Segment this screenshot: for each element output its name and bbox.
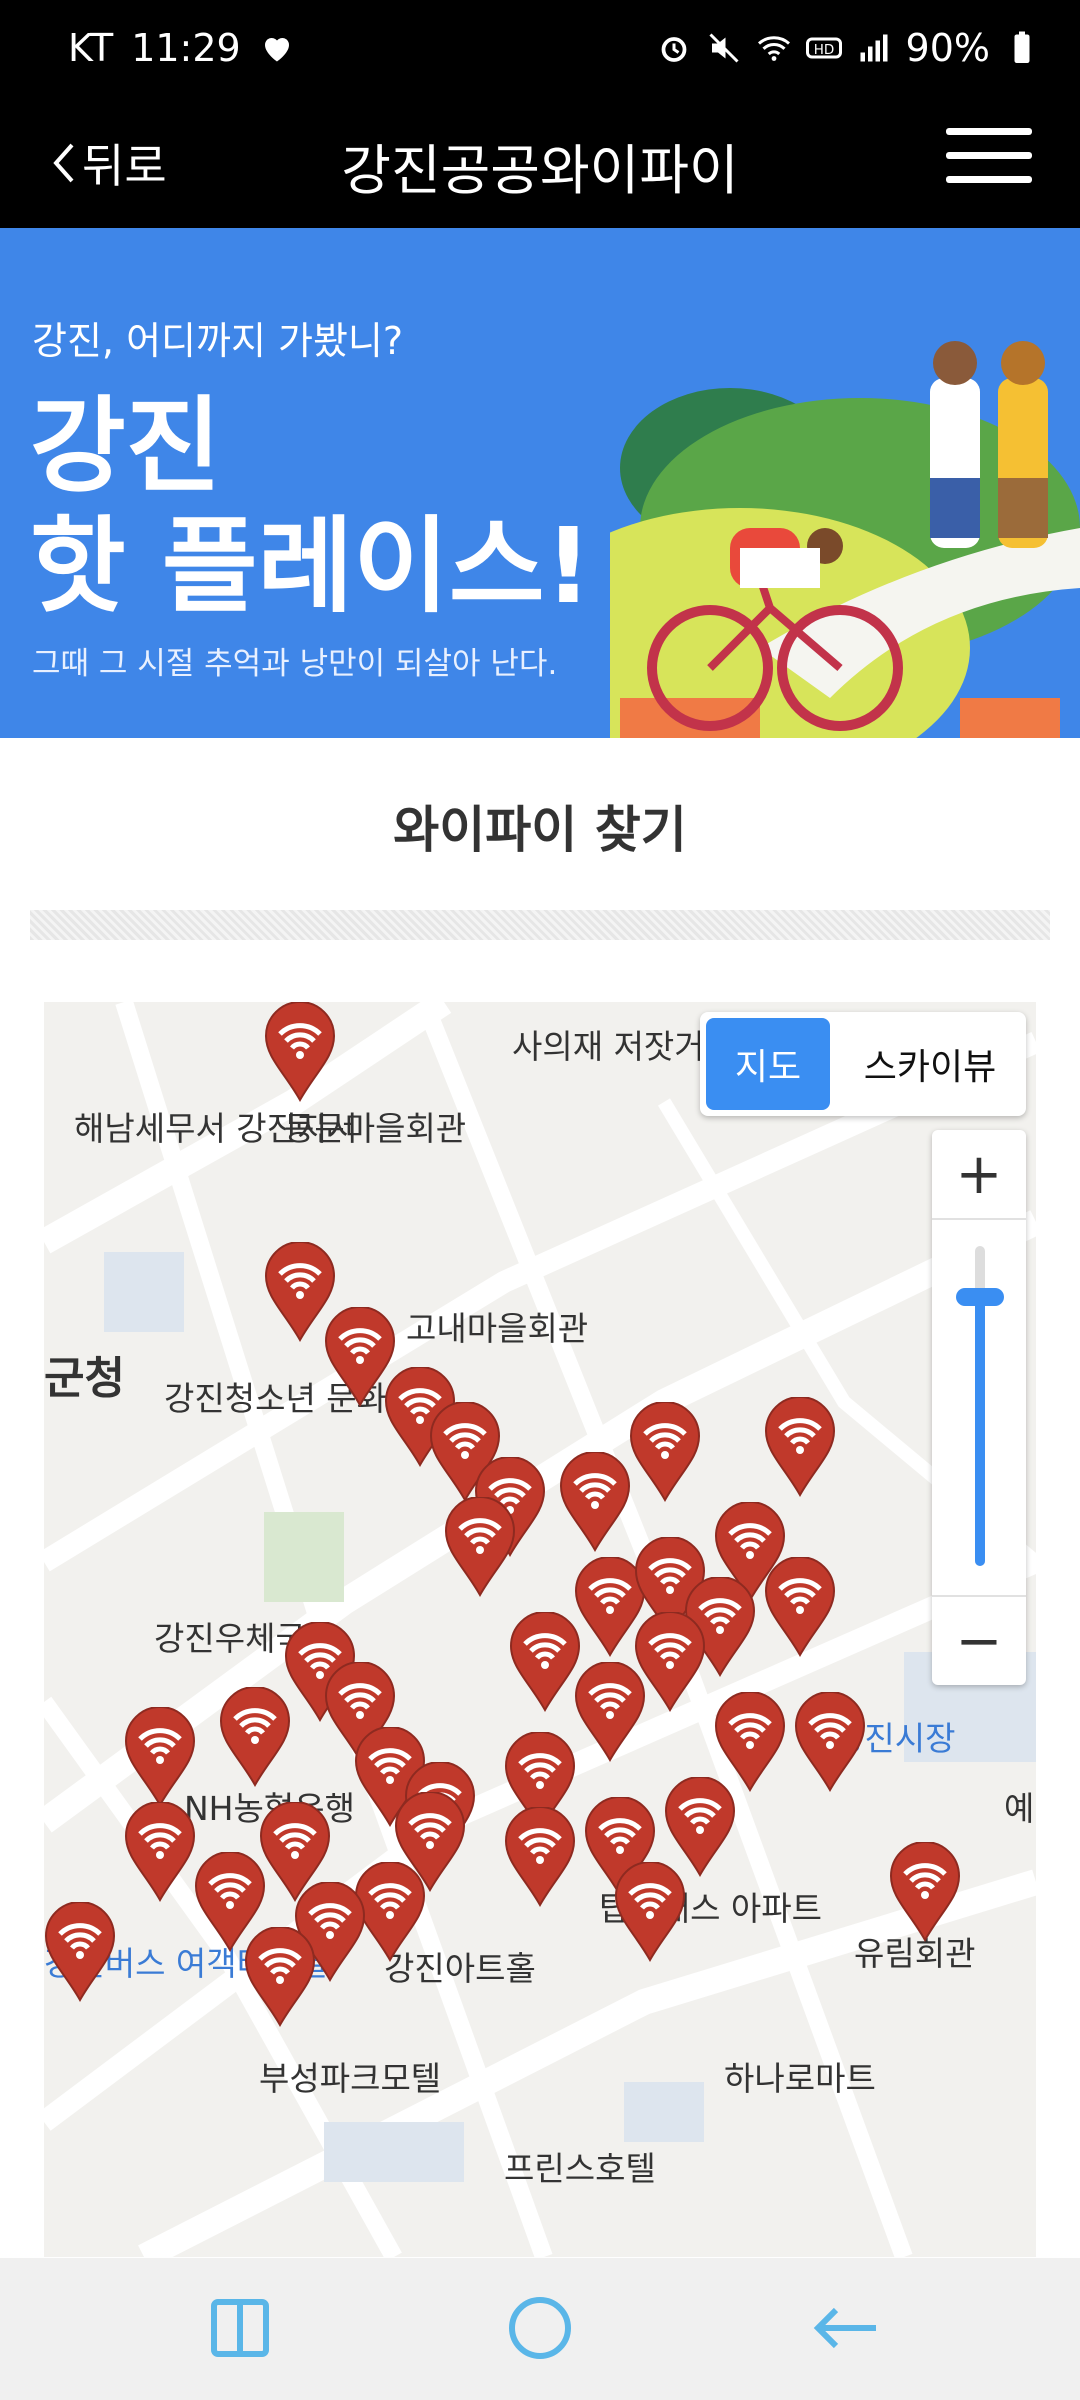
banner-headline-line2: 핫 플레이스! bbox=[30, 505, 593, 627]
wifi-marker-icon[interactable] bbox=[574, 1662, 646, 1762]
heart-icon bbox=[264, 37, 289, 62]
map-place-label: 부성파크모텔 bbox=[259, 2059, 442, 2098]
wifi-marker-icon[interactable] bbox=[504, 1807, 576, 1907]
wifi-icon bbox=[757, 36, 790, 61]
section-title: 와이파이 찾기 bbox=[393, 801, 687, 859]
section-divider bbox=[30, 910, 1050, 940]
hd-icon: HD bbox=[805, 37, 842, 59]
map-place-label: 프린스호텔 bbox=[504, 2149, 656, 2188]
map-place-label: 고내마을회관 bbox=[406, 1309, 589, 1348]
wifi-marker-icon[interactable] bbox=[889, 1842, 961, 1942]
zoom-slider-fill bbox=[975, 1297, 985, 1566]
wifi-marker-icon[interactable] bbox=[509, 1612, 581, 1712]
wifi-marker-icon[interactable] bbox=[124, 1802, 196, 1902]
wifi-marker-icon[interactable] bbox=[264, 1002, 336, 1102]
back-arrow-icon[interactable] bbox=[806, 2288, 886, 2368]
map-type-toggle: 지도 스카이뷰 bbox=[700, 1012, 1026, 1116]
wifi-marker-icon[interactable] bbox=[794, 1692, 866, 1792]
home-icon[interactable] bbox=[500, 2288, 580, 2368]
skyview-button[interactable]: 스카이뷰 bbox=[840, 1018, 1020, 1110]
zoom-out-button[interactable]: − bbox=[932, 1595, 1026, 1685]
wifi-marker-icon[interactable] bbox=[444, 1497, 516, 1597]
battery-percent: 90% bbox=[905, 26, 990, 70]
recent-apps-icon[interactable] bbox=[200, 2288, 280, 2368]
status-bar: KT 11:29 HD 90% bbox=[0, 0, 1080, 100]
clock: 11:29 bbox=[131, 26, 241, 70]
map-place-label: 하나로마트 bbox=[724, 2059, 876, 2098]
banner-headline: 강진 핫 플레이스! bbox=[30, 386, 592, 626]
zoom-control: + − bbox=[932, 1130, 1026, 1685]
hamburger-menu-icon[interactable] bbox=[946, 128, 1032, 188]
carrier-label: KT bbox=[68, 26, 114, 70]
wifi-marker-icon[interactable] bbox=[614, 1862, 686, 1962]
banner-subtitle: 강진, 어디까지 가봤니? bbox=[32, 319, 404, 363]
hot-place-banner[interactable]: 강진, 어디까지 가봤니? 강진 핫 플레이스! 그때 그 시절 추억과 낭만이… bbox=[0, 228, 1080, 738]
wifi-marker-icon[interactable] bbox=[219, 1687, 291, 1787]
battery-icon bbox=[1014, 31, 1030, 63]
map-place-label: 해남세무서 강진지서 bbox=[74, 1109, 358, 1148]
svg-text:HD: HD bbox=[813, 42, 834, 58]
page-title: 강진공공와이파이 bbox=[341, 139, 739, 202]
map-place-label: 군청 bbox=[44, 1353, 125, 1404]
wifi-marker-icon[interactable] bbox=[629, 1402, 701, 1502]
wifi-marker-icon[interactable] bbox=[559, 1452, 631, 1552]
banner-illustration bbox=[610, 341, 1080, 738]
wifi-marker-icon[interactable] bbox=[244, 1927, 316, 2027]
zoom-slider-handle[interactable] bbox=[956, 1288, 1004, 1307]
wifi-marker-icon[interactable] bbox=[124, 1707, 196, 1807]
app-bar: 뒤로 강진공공와이파이 bbox=[0, 100, 1080, 228]
map-view-button[interactable]: 지도 bbox=[706, 1018, 830, 1110]
map-place-label: 예 bbox=[1004, 1789, 1035, 1828]
wifi-marker-icon[interactable] bbox=[764, 1557, 836, 1657]
zoom-in-button[interactable]: + bbox=[932, 1130, 1026, 1220]
wifi-marker-icon[interactable] bbox=[764, 1397, 836, 1497]
banner-description: 그때 그 시절 추억과 낭만이 되살아 난다. bbox=[32, 646, 558, 682]
banner-headline-line1: 강진 bbox=[30, 385, 222, 507]
wifi-map[interactable]: 사의재 저잣거리 동문마을회관 해남세무서 강진지서 고내마을회관 군청 강진청소년 문화… bbox=[44, 1002, 1036, 2257]
alarm-icon bbox=[661, 37, 686, 62]
system-navigation-bar bbox=[0, 2258, 1080, 2400]
signal-icon bbox=[860, 34, 888, 62]
mute-icon bbox=[708, 33, 739, 63]
wifi-marker-icon[interactable] bbox=[44, 1902, 116, 2002]
